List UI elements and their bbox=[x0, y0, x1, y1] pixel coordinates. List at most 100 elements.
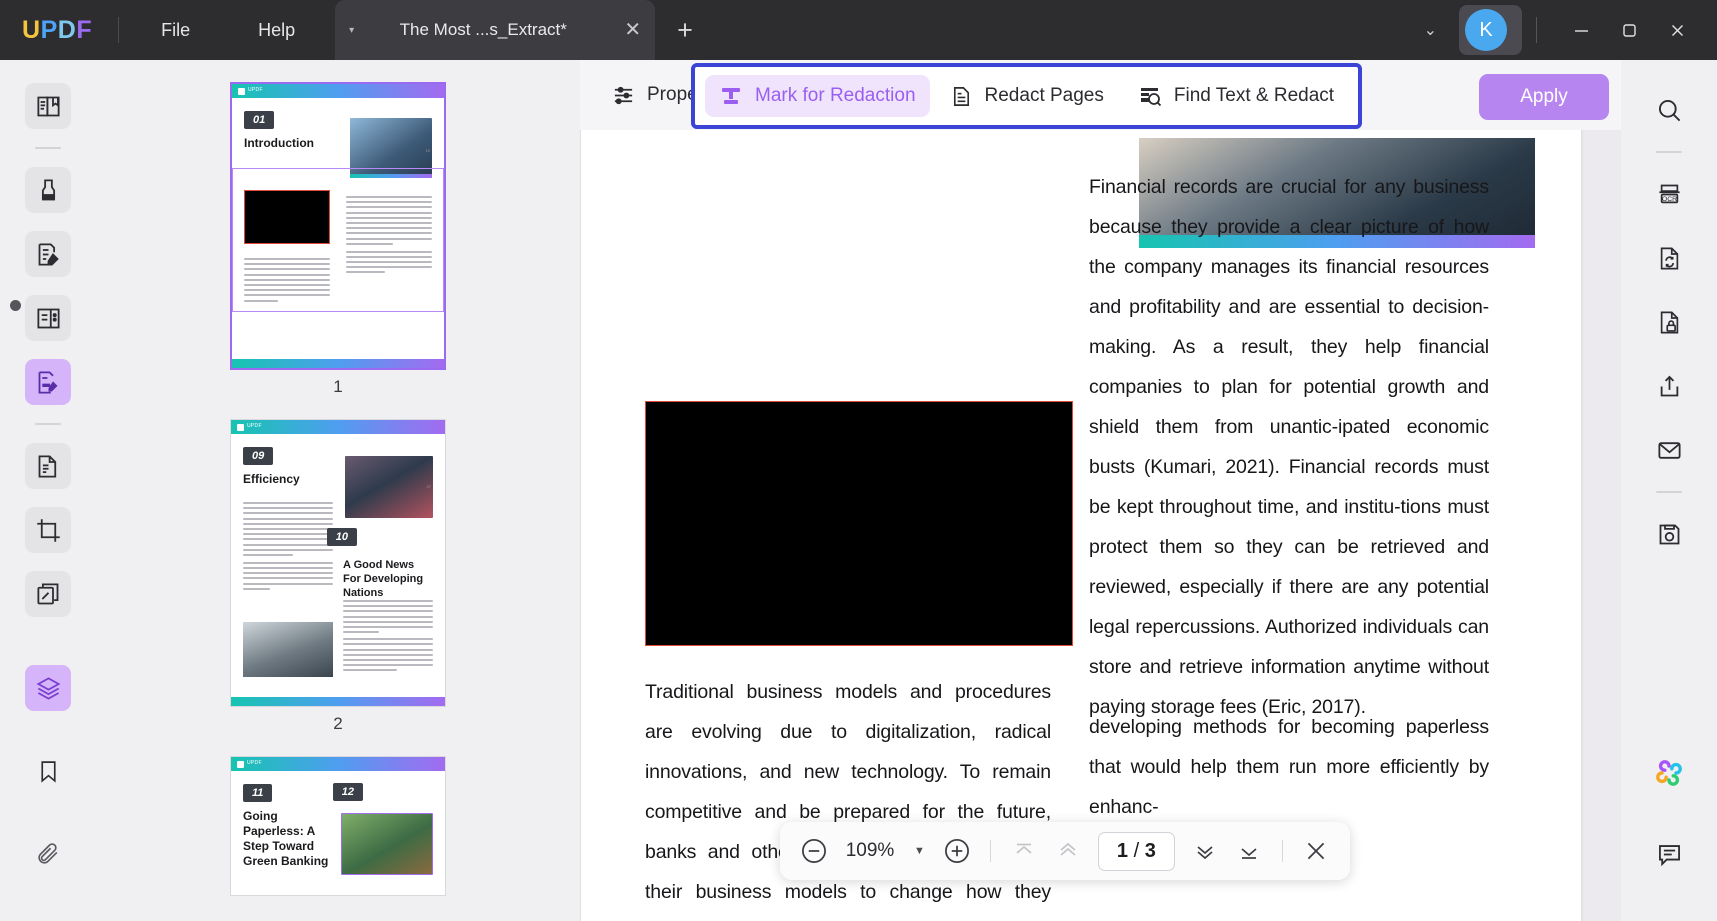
right-item-save[interactable] bbox=[1646, 511, 1692, 557]
tab-close-icon[interactable]: ✕ bbox=[624, 20, 641, 40]
redact-pages-button[interactable]: Redact Pages bbox=[936, 76, 1118, 117]
sidebar-item-bookmark[interactable] bbox=[25, 748, 71, 794]
pdf-page-1[interactable]: Traditional business models and procedur… bbox=[581, 130, 1581, 921]
last-page-button[interactable] bbox=[1229, 831, 1269, 871]
menu-help[interactable]: Help bbox=[242, 14, 311, 47]
convert-file-icon bbox=[1656, 245, 1683, 272]
find-text-redact-icon bbox=[1138, 84, 1162, 108]
right-rail-divider-2 bbox=[1656, 491, 1682, 493]
ai-assistant-icon bbox=[1653, 757, 1685, 789]
zoom-out-button[interactable] bbox=[794, 831, 834, 871]
logo-letter-d: D bbox=[58, 16, 77, 45]
sidebar-item-reader[interactable] bbox=[25, 83, 71, 129]
thumbnail-page-1[interactable]: 01 Introduction 10 bbox=[230, 82, 446, 370]
sidebar-item-organize[interactable] bbox=[25, 295, 71, 341]
right-item-share[interactable] bbox=[1646, 363, 1692, 409]
layers-icon bbox=[35, 675, 62, 702]
updf-window: U P D F File Help ▾ The Most ...s_Extrac… bbox=[0, 0, 1717, 921]
right-item-convert[interactable] bbox=[1646, 235, 1692, 281]
thumb-photo bbox=[350, 118, 432, 176]
attachment-icon bbox=[36, 842, 61, 867]
batch-icon bbox=[35, 581, 62, 608]
left-tool-rail bbox=[0, 60, 96, 921]
save-icon bbox=[1656, 521, 1683, 548]
previous-page-button[interactable] bbox=[1048, 831, 1088, 871]
sidebar-item-edit[interactable] bbox=[25, 231, 71, 277]
right-item-comment[interactable] bbox=[1646, 831, 1692, 877]
thumb-footer-gradient bbox=[231, 697, 445, 706]
zoom-in-button[interactable] bbox=[937, 831, 977, 871]
zoom-level-value[interactable]: 109% bbox=[838, 840, 902, 862]
document-tab[interactable]: ▾ The Most ...s_Extract* ✕ bbox=[335, 0, 655, 60]
mark-for-redaction-button[interactable]: Mark for Redaction bbox=[705, 75, 930, 117]
sidebar-item-batch[interactable] bbox=[25, 571, 71, 617]
titlebar-divider-2 bbox=[1536, 17, 1537, 43]
account-button[interactable]: K bbox=[1459, 5, 1522, 55]
thumbnail-panel[interactable]: 01 Introduction 10 1 bbox=[96, 60, 580, 921]
organize-pages-icon bbox=[35, 305, 62, 332]
sidebar-item-crop[interactable] bbox=[25, 507, 71, 553]
thumb-redaction-box bbox=[244, 190, 330, 244]
sidebar-item-annotate[interactable] bbox=[25, 167, 71, 213]
redact-pages-label: Redact Pages bbox=[985, 85, 1104, 107]
sidebar-item-layers[interactable] bbox=[25, 665, 71, 711]
next-page-button[interactable] bbox=[1185, 831, 1225, 871]
section-badge-2: 10 bbox=[327, 528, 357, 546]
titlebar-divider bbox=[118, 17, 119, 43]
rail-divider-1 bbox=[35, 147, 61, 149]
ocr-icon: OCR bbox=[1656, 181, 1683, 208]
menu-file[interactable]: File bbox=[145, 14, 206, 47]
new-tab-button[interactable]: + bbox=[677, 17, 693, 44]
apply-button[interactable]: Apply bbox=[1479, 74, 1609, 120]
right-item-protect[interactable] bbox=[1646, 299, 1692, 345]
search-icon bbox=[1656, 97, 1683, 124]
section-title-2: A Good News For Developing Nations bbox=[343, 559, 433, 600]
thumbnail-page-3[interactable]: 11 Going Paperless: A Step Toward Green … bbox=[230, 756, 446, 896]
find-text-redact-button[interactable]: Find Text & Redact bbox=[1124, 75, 1348, 117]
close-zoombar-button[interactable] bbox=[1296, 831, 1336, 871]
sidebar-item-redact[interactable] bbox=[25, 359, 71, 405]
thumb-footer-gradient bbox=[232, 359, 444, 368]
right-tool-rail: OCR bbox=[1621, 60, 1717, 921]
redaction-mark[interactable] bbox=[645, 401, 1073, 646]
window-minimize-button[interactable] bbox=[1557, 0, 1605, 60]
sidebar-item-attachment[interactable] bbox=[25, 831, 71, 877]
thumbnail-item[interactable]: 09 Efficiency 10 A Good News For Develop… bbox=[230, 419, 446, 734]
sidebar-item-convert[interactable] bbox=[25, 443, 71, 489]
window-maximize-button[interactable] bbox=[1605, 0, 1653, 60]
page-indicator[interactable]: 1 / 3 bbox=[1098, 832, 1175, 871]
updf-logo: U P D F bbox=[22, 16, 92, 45]
logo-letter-u: U bbox=[22, 16, 41, 45]
window-close-button[interactable] bbox=[1653, 0, 1701, 60]
thumbnail-item[interactable]: 11 Going Paperless: A Step Toward Green … bbox=[230, 756, 446, 896]
zoom-page-toolbar: 109% ▼ 1 / 3 bbox=[780, 822, 1350, 880]
section-badge: 01 bbox=[244, 111, 274, 129]
avatar: K bbox=[1465, 9, 1507, 51]
thumb-left-text bbox=[244, 258, 330, 305]
body-text-right-column: Financial records are crucial for any bu… bbox=[1089, 168, 1489, 728]
mark-for-redaction-label: Mark for Redaction bbox=[755, 85, 916, 107]
zoom-dropdown-caret-icon[interactable]: ▼ bbox=[906, 845, 933, 857]
properties-icon bbox=[612, 84, 635, 107]
document-viewer[interactable]: Traditional business models and procedur… bbox=[580, 130, 1717, 921]
right-item-email[interactable] bbox=[1646, 427, 1692, 473]
thumbnail-item[interactable]: 01 Introduction 10 1 bbox=[230, 82, 446, 397]
page-divider: / bbox=[1134, 840, 1140, 862]
panel-collapse-handle[interactable] bbox=[10, 300, 21, 311]
tab-caret-down-icon[interactable]: ▾ bbox=[349, 25, 354, 36]
right-item-search[interactable] bbox=[1646, 87, 1692, 133]
crop-icon bbox=[35, 517, 62, 544]
title-bar: U P D F File Help ▾ The Most ...s_Extrac… bbox=[0, 0, 1717, 60]
thumb-header-gradient bbox=[231, 757, 445, 771]
thumbnail-page-2[interactable]: 09 Efficiency 10 A Good News For Develop… bbox=[230, 419, 446, 707]
thumb-photo bbox=[341, 813, 433, 875]
chevron-down-icon[interactable]: ⌄ bbox=[1424, 20, 1437, 40]
email-icon bbox=[1656, 437, 1683, 464]
right-item-ocr[interactable]: OCR bbox=[1646, 171, 1692, 217]
convert-icon bbox=[35, 453, 62, 480]
first-page-button[interactable] bbox=[1004, 831, 1044, 871]
redact-pages-icon bbox=[950, 85, 973, 108]
right-item-ai-assistant[interactable] bbox=[1646, 750, 1692, 796]
rail-divider-2 bbox=[35, 423, 61, 425]
page-total: 3 bbox=[1145, 840, 1156, 862]
